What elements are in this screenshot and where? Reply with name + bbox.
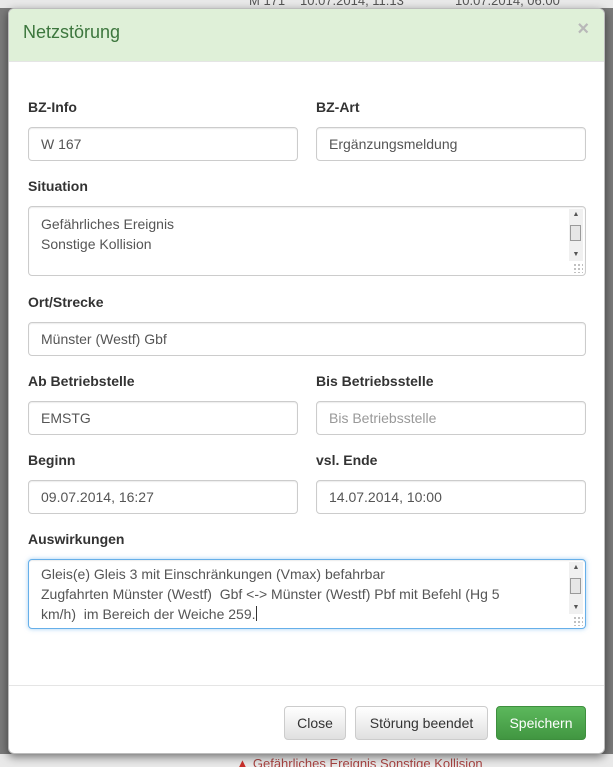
bz-info-label: BZ-Info [28,99,77,115]
situation-scrollbar[interactable]: ▲ ▼ [569,209,583,261]
modal-footer: Close Störung beendet Speichern [9,685,604,753]
resize-grip-icon[interactable] [573,263,583,273]
auswirkungen-line: Gleis(e) Gleis 3 mit Einschränkungen (Vm… [41,566,385,582]
background-warning-text: Gefährliches Ereignis Sonstige Kollision [252,756,483,767]
beginn-input[interactable] [28,480,298,514]
disruption-modal: Netzstörung × BZ-Info BZ-Art Situation G… [8,8,605,754]
close-icon[interactable]: × [577,19,589,39]
ort-strecke-input[interactable] [28,322,586,356]
modal-title: Netzstörung [23,22,121,42]
background-cell: 10.07.2014, 06:00 [455,0,560,8]
scroll-down-icon[interactable]: ▼ [569,249,583,261]
auswirkungen-scrollbar[interactable]: ▲ ▼ [569,562,583,614]
scroll-up-icon[interactable]: ▲ [569,562,583,574]
beginn-label: Beginn [28,452,76,468]
bz-info-input[interactable] [28,127,298,161]
bis-betriebsstelle-label: Bis Betriebsstelle [316,373,434,389]
scroll-up-icon[interactable]: ▲ [569,209,583,221]
text-caret [255,606,257,621]
situation-textarea[interactable]: Gefährliches Ereignis Sonstige Kollision… [28,206,586,276]
situation-label: Situation [28,178,88,194]
background-table-top: M 171 10.07.2014, 11:13 10.07.2014, 06:0… [0,0,613,8]
vsl-ende-label: vsl. Ende [316,452,378,468]
ab-betriebstelle-input[interactable] [28,401,298,435]
background-table-bottom: ▲ Gefährliches Ereignis Sonstige Kollisio… [0,754,613,767]
auswirkungen-line: km/h) im Bereich der Weiche 259. [41,604,559,624]
bz-art-label: BZ-Art [316,99,360,115]
close-button[interactable]: Close [284,706,346,740]
auswirkungen-line-text: km/h) im Bereich der Weiche 259. [41,606,256,622]
resize-grip-icon[interactable] [573,616,583,626]
auswirkungen-textarea[interactable]: Gleis(e) Gleis 3 mit Einschränkungen (Vm… [28,559,586,629]
bz-art-input[interactable] [316,127,586,161]
auswirkungen-line: Zugfahrten Münster (Westf) Gbf <-> Münst… [41,586,500,602]
scroll-thumb[interactable] [570,225,581,241]
end-disruption-button[interactable]: Störung beendet [355,706,488,740]
vsl-ende-input[interactable] [316,480,586,514]
ab-betriebstelle-label: Ab Betriebstelle [28,373,135,389]
save-button[interactable]: Speichern [496,706,586,740]
background-warning: ▲ Gefährliches Ereignis Sonstige Kollisio… [236,756,483,767]
ort-strecke-label: Ort/Strecke [28,294,104,310]
modal-header: Netzstörung × [9,9,604,62]
scroll-down-icon[interactable]: ▼ [569,602,583,614]
background-cell: 10.07.2014, 11:13 [300,0,404,8]
situation-line: Gefährliches Ereignis [41,216,175,232]
bis-betriebsstelle-input[interactable] [316,401,586,435]
scroll-thumb[interactable] [570,578,581,594]
warning-icon: ▲ [236,756,249,767]
situation-line: Sonstige Kollision [41,236,152,252]
background-cell: M 171 [249,0,286,8]
auswirkungen-label: Auswirkungen [28,531,125,547]
